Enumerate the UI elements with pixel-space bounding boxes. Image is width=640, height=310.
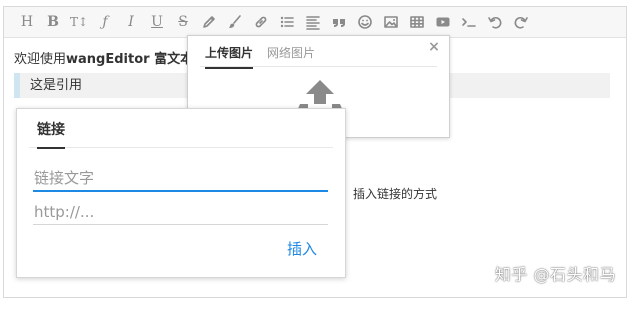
redo-button[interactable] [510, 11, 532, 33]
table-icon [410, 16, 424, 28]
brush-icon [229, 15, 241, 28]
editor-toolbar: H B T↕ ƒ I U S [4, 7, 626, 38]
italic-button[interactable]: I [120, 11, 142, 33]
justify-button[interactable] [302, 11, 324, 33]
link-icon [255, 16, 267, 28]
table-button[interactable] [406, 11, 428, 33]
font-size-button[interactable]: T↕ [68, 11, 90, 33]
welcome-bold: wangEditor 富文本编 [66, 52, 207, 67]
strikethrough-button[interactable]: S [172, 11, 194, 33]
font-name-icon: ƒ [102, 14, 108, 30]
underline-button[interactable]: U [146, 11, 168, 33]
link-url-input[interactable] [33, 199, 328, 225]
font-size-icon: T↕ [69, 15, 89, 29]
image-panel-tabs: 上传图片 网络图片 [200, 36, 437, 69]
bold-button[interactable]: B [42, 11, 64, 33]
undo-icon [488, 17, 502, 29]
list-icon [280, 16, 294, 28]
italic-icon: I [128, 14, 134, 30]
video-button[interactable] [432, 11, 454, 33]
align-left-icon [306, 16, 320, 30]
list-button[interactable] [276, 11, 298, 33]
quote-button[interactable] [328, 11, 350, 33]
emoticon-button[interactable] [354, 11, 376, 33]
background-color-button[interactable] [224, 11, 246, 33]
heading-icon: H [20, 14, 34, 30]
quote-icon [333, 19, 345, 27]
bold-icon: B [47, 14, 59, 30]
image-button[interactable] [380, 11, 402, 33]
play-icon [436, 17, 450, 27]
link-text-input[interactable] [33, 166, 328, 192]
tab-link[interactable]: 链接 [37, 119, 65, 149]
terminal-icon [462, 18, 476, 27]
welcome-prefix: 欢迎使用 [14, 52, 67, 67]
code-button[interactable] [458, 11, 480, 33]
close-icon[interactable]: × [427, 40, 441, 54]
paragraph-link-hint: 插入链接的方式 [353, 187, 438, 201]
insert-button[interactable]: 插入 [287, 238, 317, 259]
smile-icon [358, 15, 372, 29]
underline-icon: U [151, 14, 163, 30]
link-button[interactable] [250, 11, 272, 33]
text-color-button[interactable] [198, 11, 220, 33]
heading-button[interactable]: H [16, 11, 38, 33]
tab-upload-image[interactable]: 上传图片 [205, 44, 254, 69]
link-panel: 链接 插入 [16, 108, 346, 278]
image-icon [384, 16, 398, 28]
watermark: 知乎 @石头和马 [494, 265, 616, 284]
paragraph-welcome: 欢迎使用wangEditor 富文本编 [14, 48, 206, 67]
font-name-button[interactable]: ƒ [94, 11, 116, 33]
pencil-icon [203, 16, 215, 28]
undo-button[interactable] [484, 11, 506, 33]
strikethrough-icon: S [178, 14, 188, 30]
tab-network-image[interactable]: 网络图片 [267, 44, 315, 67]
redo-icon [514, 17, 528, 29]
link-panel-tabs: 链接 [29, 109, 333, 149]
